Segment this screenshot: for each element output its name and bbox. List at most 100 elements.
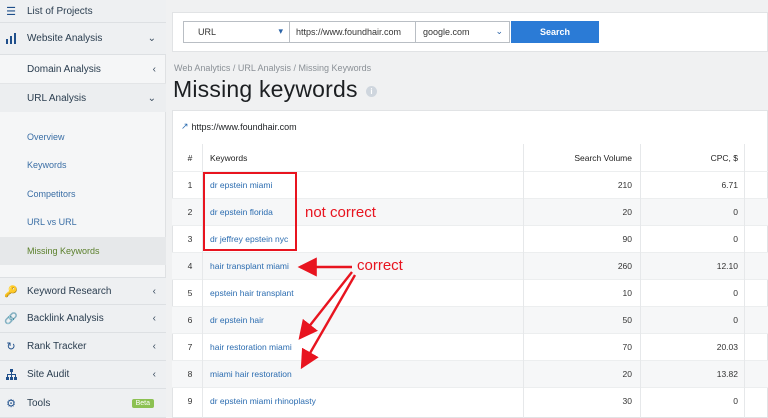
sidebar-item-label: Tools: [27, 397, 51, 409]
sidebar-item-site-audit[interactable]: Site Audit ‹: [0, 361, 166, 389]
row-number: 9: [187, 396, 193, 406]
keyword-link[interactable]: epstein hair transplant: [210, 280, 294, 306]
sidebar-item-keyword-research[interactable]: 🔑 Keyword Research ‹: [0, 277, 166, 305]
beta-badge: Beta: [131, 398, 154, 408]
domain-text: https://www.foundhair.com: [191, 121, 297, 132]
search-type-value: URL: [198, 27, 217, 37]
table-row: 7 hair restoration miami 70 20.03: [172, 333, 768, 360]
column-divider: [523, 144, 524, 418]
keyword-link[interactable]: hair transplant miami: [210, 253, 289, 279]
chevron-left-icon: ‹: [152, 285, 156, 297]
search-button[interactable]: Search: [511, 21, 599, 43]
row-number: 2: [187, 207, 193, 217]
sidebar: ☰ List of Projects Website Analysis ⌄ Do…: [0, 0, 166, 418]
key-icon: 🔑: [4, 285, 18, 298]
chart-icon: [5, 33, 17, 45]
url-input[interactable]: https://www.foundhair.com: [290, 21, 416, 43]
sidebar-item-list-of-projects[interactable]: ☰ List of Projects: [0, 0, 166, 23]
search-bar: URL ▾ https://www.foundhair.com google.c…: [172, 12, 768, 52]
sidebar-item-label: Keywords: [27, 160, 67, 170]
gear-icon: ⚙: [6, 397, 16, 410]
column-divider: [744, 144, 745, 418]
col-header-cpc[interactable]: CPC, $: [642, 144, 738, 171]
cpc-value: 0: [733, 315, 738, 325]
search-volume: 260: [617, 261, 632, 271]
row-number: 3: [187, 234, 193, 244]
row-number: 1: [187, 180, 193, 190]
row-number: 4: [187, 261, 193, 271]
column-divider: [640, 144, 641, 418]
chevron-down-icon: ⌄: [147, 92, 156, 104]
search-volume: 70: [622, 342, 632, 352]
sidebar-item-label: Keyword Research: [27, 285, 112, 297]
sidebar-item-label: Rank Tracker: [27, 341, 87, 352]
sidebar-item-label: Backlink Analysis: [27, 313, 104, 324]
sidebar-item-keywords[interactable]: Keywords: [0, 152, 166, 178]
cpc-value: 0: [733, 396, 738, 406]
sidebar-item-rank-tracker[interactable]: ↻ Rank Tracker ‹: [0, 333, 166, 361]
search-engine-value: google.com: [423, 27, 470, 37]
col-header-keywords[interactable]: Keywords: [210, 144, 247, 171]
sidebar-item-label: Overview: [27, 132, 65, 142]
chevron-left-icon: ‹: [152, 369, 156, 380]
search-type-select[interactable]: URL ▾: [183, 21, 290, 43]
search-volume: 50: [622, 315, 632, 325]
annotation-box: [203, 172, 297, 251]
search-volume: 20: [622, 369, 632, 379]
sidebar-item-label: List of Projects: [27, 5, 93, 17]
table-row: 4 hair transplant miami 260 12.10: [172, 252, 768, 279]
page-title: Missing keywords: [173, 76, 358, 102]
sidebar-item-label: Site Audit: [27, 369, 70, 380]
row-number: 8: [187, 369, 193, 379]
link-icon: 🔗: [4, 313, 18, 325]
sidebar-item-url-vs-url[interactable]: URL vs URL: [0, 209, 166, 235]
info-icon[interactable]: i: [366, 86, 377, 97]
chevron-left-icon: ‹: [152, 341, 156, 352]
keyword-link[interactable]: hair restoration miami: [210, 334, 292, 360]
cpc-value: 12.10: [716, 261, 738, 271]
sidebar-item-label: Competitors: [27, 189, 76, 199]
sitemap-icon: [5, 369, 17, 381]
col-header-num: #: [187, 152, 193, 163]
cpc-value: 13.82: [716, 369, 738, 379]
chevron-left-icon: ‹: [152, 313, 156, 324]
sidebar-item-overview[interactable]: Overview: [0, 124, 166, 150]
annotation-not-correct: not correct: [305, 204, 376, 221]
sidebar-item-tools[interactable]: ⚙ Tools Beta: [0, 389, 166, 418]
sidebar-item-competitors[interactable]: Competitors: [0, 181, 166, 207]
sidebar-item-label: URL Analysis: [27, 92, 87, 104]
search-volume: 210: [617, 180, 632, 190]
sidebar-item-label: Domain Analysis: [27, 63, 101, 75]
table-row: 6 dr epstein hair 50 0: [172, 306, 768, 333]
sidebar-item-label: Website Analysis: [27, 33, 103, 44]
sidebar-item-backlink-analysis[interactable]: 🔗 Backlink Analysis ‹: [0, 305, 166, 333]
list-icon: ☰: [6, 5, 16, 18]
search-volume: 30: [622, 396, 632, 406]
col-header-volume[interactable]: Search Volume: [524, 144, 632, 171]
domain-link[interactable]: ↗ https://www.foundhair.com: [181, 121, 297, 132]
row-number: 7: [187, 342, 193, 352]
table-row: 5 epstein hair transplant 10 0: [172, 279, 768, 306]
keyword-link[interactable]: dr epstein miami rhinoplasty: [210, 388, 316, 414]
breadcrumb[interactable]: Web Analytics / URL Analysis / Missing K…: [174, 63, 371, 73]
row-number: 5: [187, 288, 193, 298]
refresh-icon: ↻: [6, 341, 16, 353]
table-row: 9 dr epstein miami rhinoplasty 30 0: [172, 387, 768, 414]
cpc-value: 6.71: [721, 180, 738, 190]
sidebar-item-website-analysis[interactable]: Website Analysis ⌄: [0, 23, 166, 55]
sidebar-item-domain-analysis[interactable]: Domain Analysis ‹: [0, 55, 166, 84]
cpc-value: 0: [733, 207, 738, 217]
chevron-down-icon: ▾: [278, 26, 283, 36]
search-volume: 20: [622, 207, 632, 217]
search-engine-select[interactable]: google.com ⌄: [416, 21, 510, 43]
sidebar-item-url-analysis[interactable]: URL Analysis ⌄: [0, 84, 166, 112]
keyword-link[interactable]: dr epstein hair: [210, 307, 264, 333]
external-link-icon: ↗: [181, 121, 189, 131]
table-row: 8 miami hair restoration 20 13.82: [172, 360, 768, 387]
chevron-left-icon: ‹: [152, 63, 156, 75]
cpc-value: 0: [733, 288, 738, 298]
sidebar-item-missing-keywords[interactable]: Missing Keywords: [0, 237, 166, 265]
keyword-link[interactable]: miami hair restoration: [210, 361, 292, 387]
search-volume: 90: [622, 234, 632, 244]
cpc-value: 0: [733, 234, 738, 244]
